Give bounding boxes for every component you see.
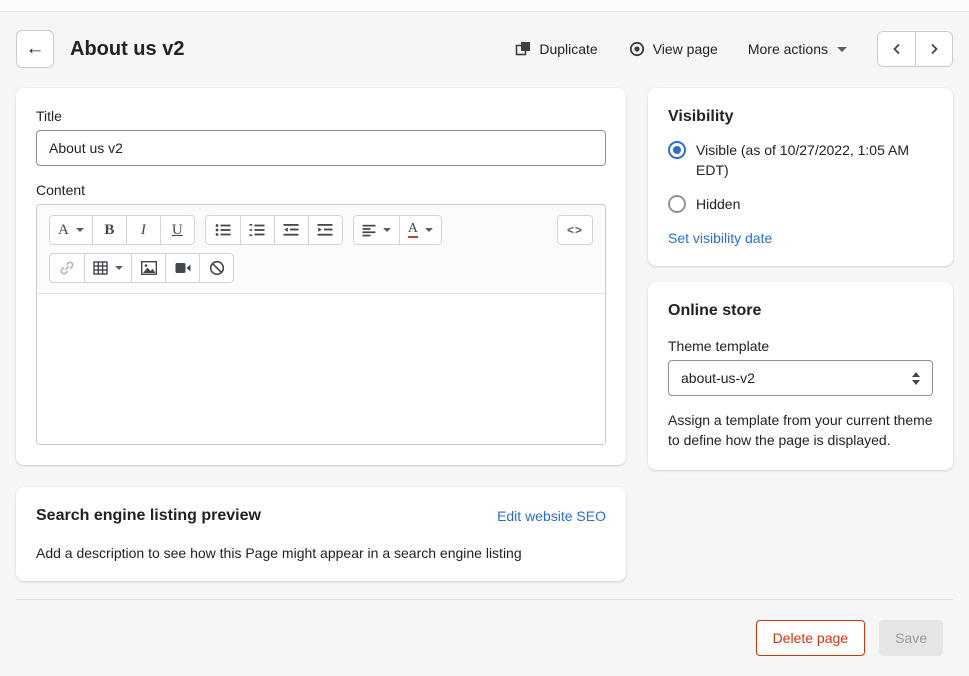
formatting-dropdown-button[interactable]: A bbox=[50, 216, 92, 244]
outdent-icon bbox=[283, 223, 299, 237]
image-icon bbox=[141, 261, 157, 275]
clear-formatting-icon bbox=[209, 260, 225, 276]
video-icon bbox=[175, 262, 191, 274]
indent-icon bbox=[317, 223, 333, 237]
underline-button[interactable]: U bbox=[160, 216, 194, 244]
toolbar-row-1: A B I U bbox=[49, 215, 593, 245]
seo-description-text: Add a description to see how this Page m… bbox=[36, 545, 606, 561]
alignment-dropdown-button[interactable] bbox=[354, 216, 399, 244]
chevron-left-icon bbox=[891, 43, 903, 55]
visible-option-label: Visible (as of 10/27/2022, 1:05 AM EDT) bbox=[696, 140, 933, 180]
list-indent-group bbox=[205, 215, 343, 245]
outdent-button[interactable] bbox=[274, 216, 308, 244]
edit-website-seo-link[interactable]: Edit website SEO bbox=[497, 508, 606, 524]
editor-content-area[interactable] bbox=[37, 294, 605, 444]
top-bar-edge bbox=[0, 0, 969, 12]
delete-page-button[interactable]: Delete page bbox=[756, 620, 866, 656]
more-actions-label: More actions bbox=[748, 41, 828, 57]
visibility-heading: Visibility bbox=[668, 108, 933, 126]
clear-formatting-button[interactable] bbox=[199, 254, 233, 282]
page-footer: Delete page Save bbox=[16, 599, 953, 656]
header-actions: Duplicate View page More actions bbox=[514, 31, 953, 67]
title-input[interactable] bbox=[36, 130, 606, 166]
indent-button[interactable] bbox=[308, 216, 342, 244]
text-color-dropdown-button[interactable]: A bbox=[399, 216, 441, 244]
numbered-list-icon bbox=[249, 223, 265, 237]
insert-image-button[interactable] bbox=[131, 254, 165, 282]
underline-icon: U bbox=[172, 222, 183, 239]
toolbar-row-2 bbox=[49, 253, 593, 283]
seo-card-header: Search engine listing preview Edit websi… bbox=[36, 507, 606, 525]
theme-template-label: Theme template bbox=[668, 338, 933, 354]
next-page-button[interactable] bbox=[915, 32, 952, 66]
insert-table-dropdown-button[interactable] bbox=[84, 254, 131, 282]
view-page-button[interactable]: View page bbox=[628, 40, 718, 58]
online-store-card: Online store Theme template about-us-v2 … bbox=[648, 282, 953, 470]
content-layout: Title Content A B bbox=[0, 88, 969, 581]
link-icon bbox=[59, 260, 75, 276]
code-icon: <> bbox=[567, 223, 583, 237]
online-store-heading: Online store bbox=[668, 302, 933, 320]
radio-unselected-icon[interactable] bbox=[668, 195, 686, 213]
theme-template-select[interactable]: about-us-v2 bbox=[668, 360, 933, 396]
view-page-label: View page bbox=[653, 41, 718, 57]
more-actions-button[interactable]: More actions bbox=[748, 41, 847, 57]
save-button[interactable]: Save bbox=[879, 620, 943, 656]
rich-text-editor: A B I U bbox=[36, 204, 606, 445]
select-updown-icon bbox=[912, 372, 920, 385]
editor-toolbar: A B I U bbox=[37, 205, 605, 294]
insert-video-button[interactable] bbox=[165, 254, 199, 282]
bulleted-list-button[interactable] bbox=[206, 216, 240, 244]
back-button[interactable]: ← bbox=[16, 30, 54, 68]
show-html-button[interactable]: <> bbox=[558, 216, 592, 244]
chevron-right-icon bbox=[928, 43, 940, 55]
bold-button[interactable]: B bbox=[92, 216, 126, 244]
bulleted-list-icon bbox=[215, 223, 231, 237]
formatting-icon: A bbox=[58, 222, 69, 239]
chevron-down-icon bbox=[383, 228, 391, 232]
italic-icon: I bbox=[141, 222, 146, 239]
hidden-option-label: Hidden bbox=[696, 194, 740, 214]
duplicate-icon bbox=[514, 40, 532, 58]
visibility-card: Visibility Visible (as of 10/27/2022, 1:… bbox=[648, 88, 953, 266]
theme-template-help-text: Assign a template from your current them… bbox=[668, 410, 933, 450]
insert-link-button[interactable] bbox=[50, 254, 84, 282]
page-details-card: Title Content A B bbox=[16, 88, 626, 465]
title-field-label: Title bbox=[36, 108, 606, 124]
table-icon bbox=[93, 261, 108, 275]
footer-actions: Delete page Save bbox=[16, 600, 953, 656]
text-color-icon: A bbox=[408, 222, 418, 238]
insert-group bbox=[49, 253, 234, 283]
align-left-icon bbox=[362, 224, 376, 237]
page-header: ← About us v2 Duplicate View page More a… bbox=[0, 12, 969, 88]
chevron-down-icon bbox=[76, 228, 84, 232]
chevron-down-icon bbox=[425, 228, 433, 232]
code-group: <> bbox=[557, 215, 593, 245]
set-visibility-date-link[interactable]: Set visibility date bbox=[668, 230, 772, 246]
previous-page-button[interactable] bbox=[878, 32, 915, 66]
eye-icon bbox=[628, 40, 646, 58]
content-field-label: Content bbox=[36, 182, 606, 198]
numbered-list-button[interactable] bbox=[240, 216, 274, 244]
page-title: About us v2 bbox=[70, 38, 184, 61]
seo-card-heading: Search engine listing preview bbox=[36, 507, 261, 525]
page-pagination bbox=[877, 31, 953, 67]
chevron-down-icon bbox=[115, 266, 123, 270]
align-color-group: A bbox=[353, 215, 442, 245]
theme-template-value: about-us-v2 bbox=[681, 370, 755, 386]
visibility-option-visible[interactable]: Visible (as of 10/27/2022, 1:05 AM EDT) bbox=[668, 140, 933, 180]
main-column: Title Content A B bbox=[16, 88, 626, 581]
bold-icon: B bbox=[104, 222, 114, 239]
italic-button[interactable]: I bbox=[126, 216, 160, 244]
chevron-down-icon bbox=[837, 47, 847, 52]
duplicate-button[interactable]: Duplicate bbox=[514, 40, 597, 58]
text-style-group: A B I U bbox=[49, 215, 195, 245]
back-arrow-icon: ← bbox=[26, 38, 45, 60]
radio-selected-icon[interactable] bbox=[668, 141, 686, 159]
side-column: Visibility Visible (as of 10/27/2022, 1:… bbox=[648, 88, 953, 470]
seo-preview-card: Search engine listing preview Edit websi… bbox=[16, 487, 626, 581]
duplicate-label: Duplicate bbox=[539, 41, 597, 57]
visibility-option-hidden[interactable]: Hidden bbox=[668, 194, 933, 214]
